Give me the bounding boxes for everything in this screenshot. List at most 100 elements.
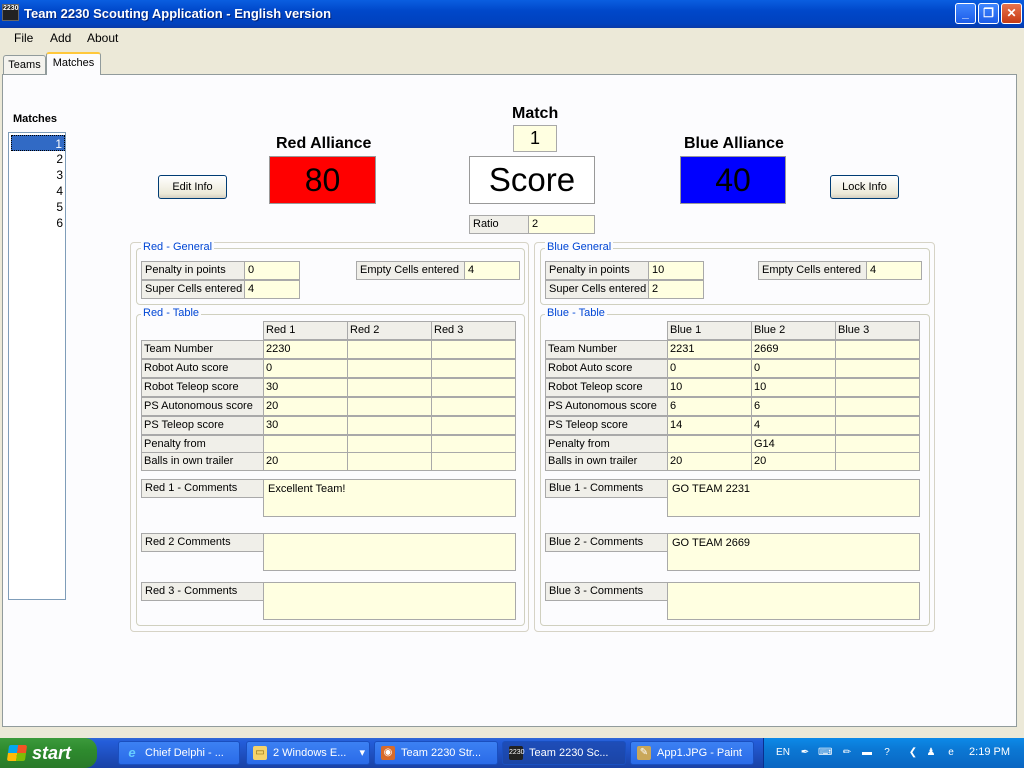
ratio-field[interactable]: 2 bbox=[528, 215, 595, 234]
language-indicator[interactable]: EN bbox=[774, 746, 792, 760]
red-comment-field[interactable] bbox=[263, 533, 516, 571]
red-table-cell[interactable] bbox=[431, 340, 516, 359]
paint-icon: ✎ bbox=[637, 746, 651, 760]
menu-file[interactable]: File bbox=[14, 31, 33, 45]
red-table-cell[interactable] bbox=[347, 397, 432, 416]
blue-table-cell[interactable]: 0 bbox=[751, 359, 836, 378]
blue-table-cell[interactable]: 4 bbox=[751, 416, 836, 435]
blue-comment-field[interactable] bbox=[667, 582, 920, 620]
list-item[interactable]: 6 bbox=[11, 215, 65, 231]
tab-matches[interactable]: Matches bbox=[46, 52, 101, 75]
red-table-cell[interactable] bbox=[347, 359, 432, 378]
minimize-button[interactable]: _ bbox=[955, 3, 976, 24]
red-table-cell[interactable] bbox=[347, 416, 432, 435]
red-comment-field[interactable]: Excellent Team! bbox=[263, 479, 516, 517]
blue-table-cell[interactable] bbox=[835, 378, 920, 397]
red-table-cell[interactable] bbox=[431, 416, 516, 435]
display-icon[interactable]: ▬ bbox=[860, 746, 874, 760]
list-item[interactable]: 1 bbox=[11, 135, 65, 151]
taskbar-button-paint[interactable]: ✎ App1.JPG - Paint bbox=[630, 741, 754, 765]
taskbar-label: App1.JPG - Paint bbox=[657, 747, 742, 759]
red-comment-field[interactable] bbox=[263, 582, 516, 620]
blue-row-label: PS Autonomous score bbox=[545, 397, 668, 416]
tab-teams[interactable]: Teams bbox=[3, 55, 46, 75]
title-bar[interactable]: 2230 Team 2230 Scouting Application - En… bbox=[0, 0, 1024, 28]
blue-empty-label: Empty Cells entered bbox=[758, 261, 867, 280]
blue-table-cell[interactable]: 20 bbox=[667, 452, 752, 471]
blue-table-cell[interactable]: 6 bbox=[667, 397, 752, 416]
red-super-field[interactable]: 4 bbox=[244, 280, 300, 299]
pencil-icon[interactable]: ✏ bbox=[840, 746, 854, 760]
blue-table-cell[interactable] bbox=[835, 359, 920, 378]
taskbar-button-browser[interactable]: e Chief Delphi - ... bbox=[118, 741, 240, 765]
red-super-label: Super Cells entered bbox=[141, 280, 245, 299]
red-table-cell[interactable] bbox=[347, 340, 432, 359]
matches-list[interactable]: 1 2 3 4 5 6 bbox=[8, 132, 66, 600]
start-button[interactable]: start bbox=[0, 738, 97, 768]
blue-comment-field[interactable]: GO TEAM 2669 bbox=[667, 533, 920, 571]
red-row-label: PS Autonomous score bbox=[141, 397, 264, 416]
list-item[interactable]: 5 bbox=[11, 199, 65, 215]
red-table-cell[interactable] bbox=[431, 397, 516, 416]
menu-add[interactable]: Add bbox=[50, 31, 71, 45]
red-score: 80 bbox=[269, 156, 376, 204]
blue-row-label: Team Number bbox=[545, 340, 668, 359]
red-penalty-field[interactable]: 0 bbox=[244, 261, 300, 280]
list-item[interactable]: 2 bbox=[11, 151, 65, 167]
red-table-cell[interactable] bbox=[431, 452, 516, 471]
blue-table-cell[interactable] bbox=[835, 452, 920, 471]
lock-info-button[interactable]: Lock Info bbox=[830, 175, 899, 199]
edit-info-button[interactable]: Edit Info bbox=[158, 175, 227, 199]
red-table-cell[interactable] bbox=[431, 378, 516, 397]
close-button[interactable]: ✕ bbox=[1001, 3, 1022, 24]
red-table-cell[interactable] bbox=[431, 359, 516, 378]
blue-comment-label: Blue 3 - Comments bbox=[545, 582, 668, 601]
blue-super-field[interactable]: 2 bbox=[648, 280, 704, 299]
messenger-icon[interactable]: e bbox=[944, 746, 958, 760]
red-table-cell[interactable]: 0 bbox=[263, 359, 348, 378]
red-table-cell[interactable] bbox=[347, 378, 432, 397]
taskbar-button-strategy[interactable]: ◉ Team 2230 Str... bbox=[374, 741, 498, 765]
red-table-cell[interactable] bbox=[347, 452, 432, 471]
list-item[interactable]: 3 bbox=[11, 167, 65, 183]
network-icon[interactable]: ♟ bbox=[924, 746, 938, 760]
red-empty-field[interactable]: 4 bbox=[464, 261, 520, 280]
blue-comment-field[interactable]: GO TEAM 2231 bbox=[667, 479, 920, 517]
red-table-cell[interactable]: 20 bbox=[263, 397, 348, 416]
blue-table-cell[interactable]: 20 bbox=[751, 452, 836, 471]
blue-empty-field[interactable]: 4 bbox=[866, 261, 922, 280]
taskbar-button-explorer[interactable]: ▭ 2 Windows E... ▾ bbox=[246, 741, 370, 765]
blue-table-cell[interactable]: 10 bbox=[667, 378, 752, 397]
blue-table-cell[interactable]: 0 bbox=[667, 359, 752, 378]
pen-icon[interactable]: ✒ bbox=[798, 746, 812, 760]
maximize-button[interactable]: ❐ bbox=[978, 3, 999, 24]
red-row-label: Robot Teleop score bbox=[141, 378, 264, 397]
red-comment-label: Red 2 Comments bbox=[141, 533, 264, 552]
blue-table-cell[interactable]: 10 bbox=[751, 378, 836, 397]
blue-row-label: PS Teleop score bbox=[545, 416, 668, 435]
menu-about[interactable]: About bbox=[87, 31, 118, 45]
taskbar-button-scouting[interactable]: 2230 Team 2230 Sc... bbox=[502, 741, 626, 765]
blue-penalty-field[interactable]: 10 bbox=[648, 261, 704, 280]
blue-table-cell[interactable]: 2231 bbox=[667, 340, 752, 359]
blue-table-cell[interactable] bbox=[835, 397, 920, 416]
blue-table-title: Blue - Table bbox=[545, 307, 607, 319]
blue-table-cell[interactable] bbox=[835, 416, 920, 435]
red-table-cell[interactable]: 30 bbox=[263, 416, 348, 435]
back-arrow-icon[interactable]: ❮ bbox=[906, 746, 920, 760]
red-alliance-label: Red Alliance bbox=[276, 135, 372, 152]
keyboard-icon[interactable]: ⌨ bbox=[818, 746, 832, 760]
red-table-cell[interactable]: 20 bbox=[263, 452, 348, 471]
match-number-field[interactable]: 1 bbox=[513, 125, 557, 152]
blue-table-cell[interactable]: 2669 bbox=[751, 340, 836, 359]
help-icon[interactable]: ? bbox=[880, 746, 894, 760]
red-table-cell[interactable]: 2230 bbox=[263, 340, 348, 359]
taskbar-label: Chief Delphi - ... bbox=[145, 747, 224, 759]
list-item[interactable]: 4 bbox=[11, 183, 65, 199]
blue-table-cell[interactable] bbox=[835, 340, 920, 359]
red-table-cell[interactable]: 30 bbox=[263, 378, 348, 397]
blue-column-header: Blue 3 bbox=[835, 321, 920, 340]
blue-table-cell[interactable]: 14 bbox=[667, 416, 752, 435]
blue-table-cell[interactable]: 6 bbox=[751, 397, 836, 416]
app-logo-icon: 2230 bbox=[2, 4, 19, 21]
